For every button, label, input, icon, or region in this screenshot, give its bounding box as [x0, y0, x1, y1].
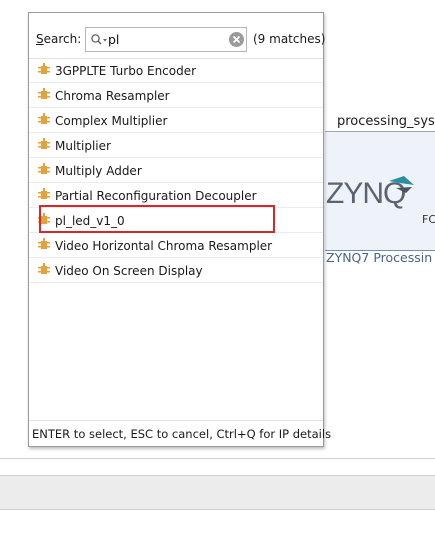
footer-hint-text: ENTER to select, ESC to cancel, Ctrl+Q f…	[32, 427, 332, 441]
zynq-logo-text: ZYNQ	[326, 177, 405, 210]
list-item[interactable]: Complex Multiplier	[29, 108, 323, 133]
list-item[interactable]: Multiply Adder	[29, 158, 323, 183]
ip-result-list: 3GPPLTE Turbo Encoder Chroma Resampler C…	[29, 58, 323, 283]
ip-core-icon	[38, 238, 50, 249]
zynq-logo: ZYNQ	[326, 176, 414, 210]
search-label: Search:	[36, 32, 82, 46]
clear-icon[interactable]	[229, 32, 244, 47]
ip-core-icon	[38, 113, 50, 124]
search-box[interactable]	[85, 27, 247, 52]
search-row: Search: (9 matches)	[29, 13, 326, 59]
ip-block-caption: ZYNQ7 Processin	[326, 250, 433, 265]
ip-core-icon	[38, 163, 50, 174]
list-item[interactable]: Multiplier	[29, 133, 323, 158]
list-item[interactable]: Video Horizontal Chroma Resampler	[29, 233, 323, 258]
list-item-pl-led[interactable]: pl_led_v1_0	[29, 208, 323, 233]
ip-block-title: processing_sys	[337, 114, 435, 129]
list-item-label: 3GPPLTE Turbo Encoder	[55, 64, 197, 78]
list-item-label: Chroma Resampler	[55, 89, 170, 103]
ip-core-icon	[38, 188, 50, 199]
list-item-label: Partial Reconfiguration Decoupler	[55, 189, 257, 203]
footer-hint: ENTER to select, ESC to cancel, Ctrl+Q f…	[29, 420, 331, 446]
ip-block-port-label: FC	[422, 213, 435, 226]
ip-core-icon	[38, 63, 50, 74]
pane-divider[interactable]	[0, 458, 435, 459]
list-item[interactable]: 3GPPLTE Turbo Encoder	[29, 58, 323, 83]
list-item[interactable]: Partial Reconfiguration Decoupler	[29, 183, 323, 208]
search-input[interactable]	[108, 31, 226, 48]
list-item-label: Video On Screen Display	[55, 264, 203, 278]
list-item-label: Complex Multiplier	[55, 114, 168, 128]
search-icon[interactable]	[90, 33, 108, 47]
list-item[interactable]: Video On Screen Display	[29, 258, 323, 283]
list-item-label: Multiplier	[55, 139, 111, 153]
ip-core-icon	[38, 263, 50, 274]
list-item-label: pl_led_v1_0	[55, 214, 125, 228]
match-count: (9 matches)	[253, 32, 326, 46]
add-ip-popup: Search: (9 matches) 3GPPLTE Turbo Encode…	[28, 12, 331, 447]
ip-core-icon	[38, 88, 50, 99]
list-item-label: Multiply Adder	[55, 164, 142, 178]
ip-core-icon	[38, 138, 50, 149]
list-item-label: Video Horizontal Chroma Resampler	[55, 239, 273, 253]
list-item[interactable]: Chroma Resampler	[29, 83, 323, 108]
ip-core-icon	[38, 213, 50, 224]
bottom-pane-tabs[interactable]	[0, 475, 435, 510]
